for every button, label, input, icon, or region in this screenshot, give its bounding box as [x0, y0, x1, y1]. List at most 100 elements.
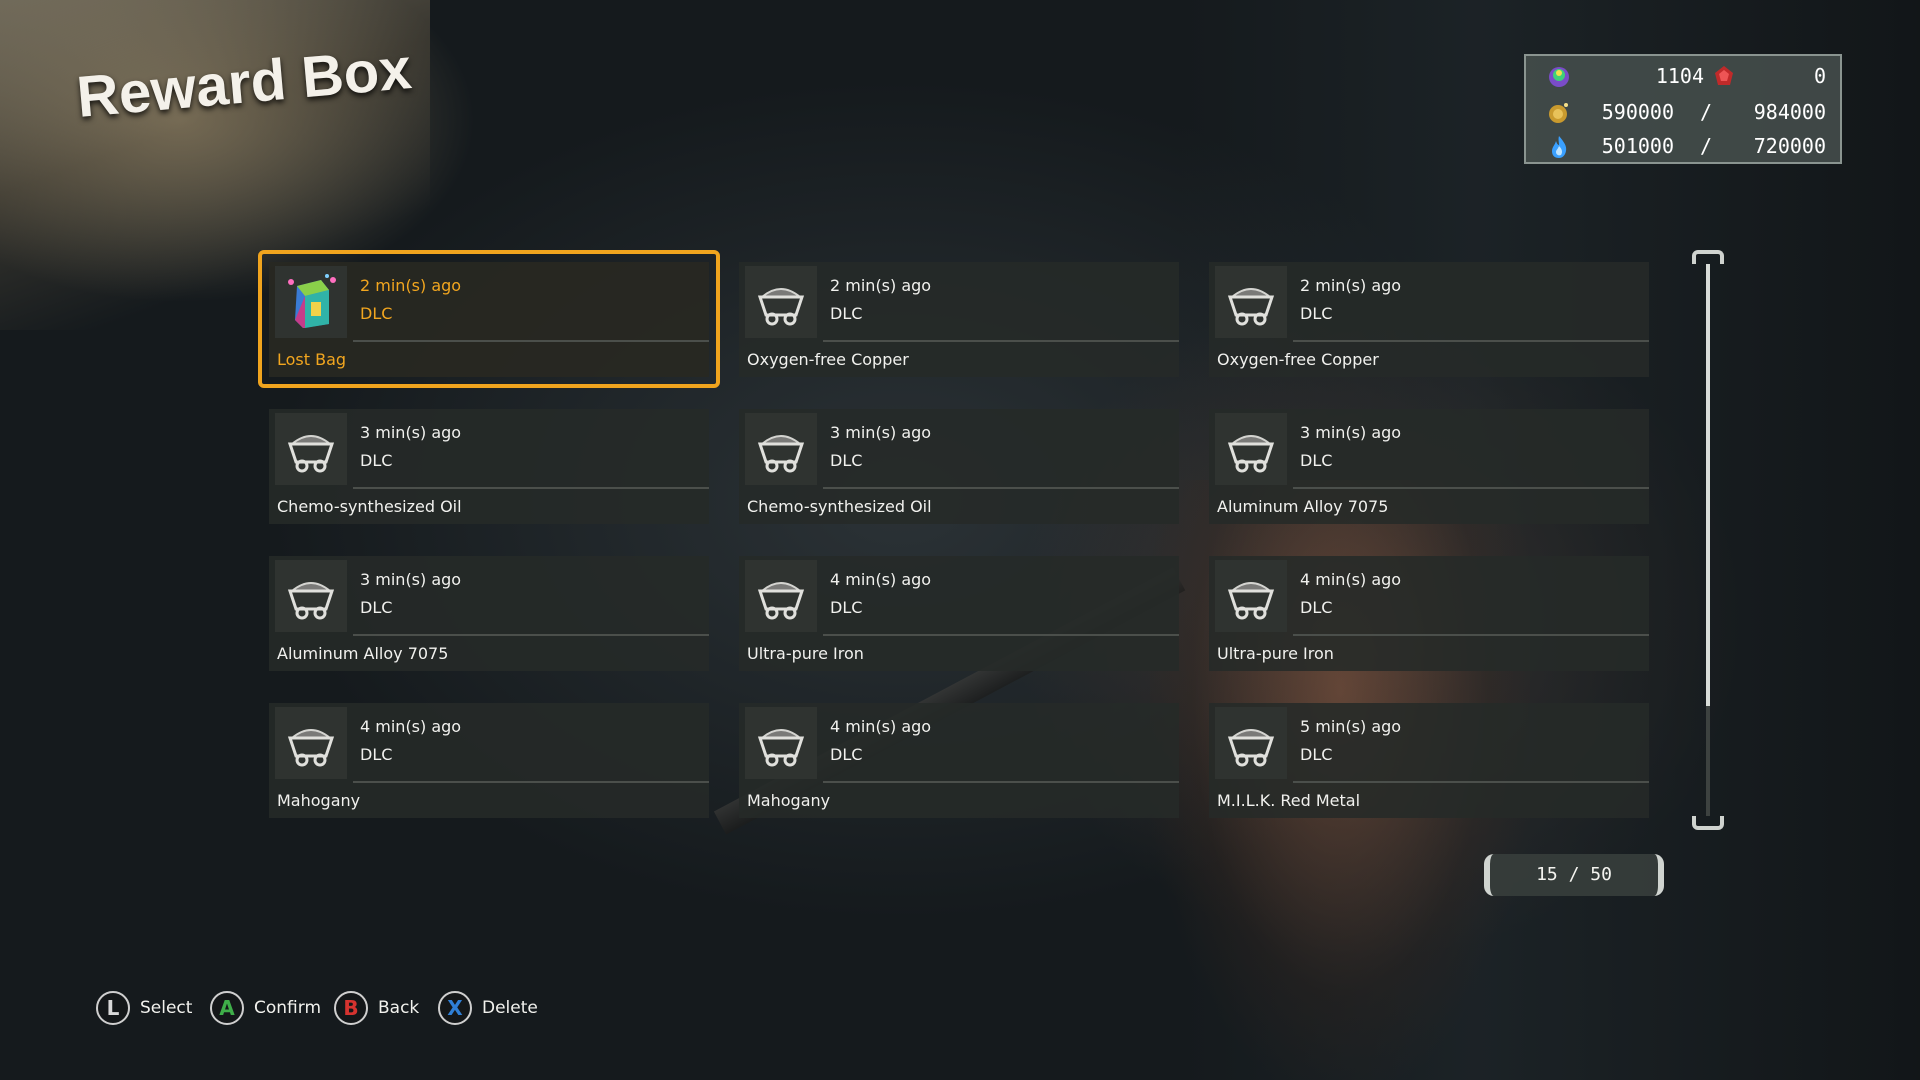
- reward-item[interactable]: 3 min(s) ago DLC Chemo-synthesized Oil: [739, 409, 1179, 524]
- a-button-icon: A: [210, 991, 244, 1025]
- currency-2-max: 984000: [1753, 100, 1826, 124]
- reward-name: Ultra-pure Iron: [1217, 644, 1334, 663]
- reward-name: Mahogany: [277, 791, 361, 810]
- divider: [823, 487, 1179, 489]
- scrollbar-top-bracket: [1692, 250, 1724, 264]
- back-prompt[interactable]: B Back: [334, 988, 419, 1028]
- currency-1-value: 1104: [1655, 64, 1704, 88]
- mine-cart-icon: [745, 707, 817, 779]
- reward-source: DLC: [1300, 304, 1333, 323]
- reward-name: Mahogany: [747, 791, 831, 810]
- reward-time: 3 min(s) ago: [360, 423, 462, 442]
- reward-item[interactable]: 4 min(s) ago DLC Ultra-pure Iron: [1209, 556, 1649, 671]
- select-label: Select: [140, 998, 193, 1018]
- reward-item[interactable]: 4 min(s) ago DLC Ultra-pure Iron: [739, 556, 1179, 671]
- select-prompt[interactable]: L Select: [96, 988, 192, 1028]
- reward-item[interactable]: 4 min(s) ago DLC Mahogany: [739, 703, 1179, 818]
- reward-time: 5 min(s) ago: [1300, 717, 1402, 736]
- reward-source: DLC: [360, 745, 393, 764]
- reward-item[interactable]: 2 min(s) ago DLC Oxygen-free Copper: [739, 262, 1179, 377]
- reward-source: DLC: [360, 598, 393, 617]
- reward-source: DLC: [830, 451, 863, 470]
- rainbow-orb-icon: [1546, 64, 1572, 90]
- b-button-icon: B: [334, 991, 368, 1025]
- reward-time: 4 min(s) ago: [360, 717, 462, 736]
- delete-label: Delete: [482, 998, 538, 1018]
- reward-item[interactable]: 3 min(s) ago DLC Aluminum Alloy 7075: [1209, 409, 1649, 524]
- mine-cart-icon: [745, 413, 817, 485]
- reward-time: 4 min(s) ago: [830, 717, 932, 736]
- reward-source: DLC: [830, 304, 863, 323]
- reward-source: DLC: [830, 598, 863, 617]
- delete-prompt[interactable]: X Delete: [438, 988, 538, 1028]
- mine-cart-icon: [1215, 560, 1287, 632]
- currency-panel: 1104 0 590000 / 984000 501000 / 720000: [1524, 54, 1842, 164]
- currency-row-3: 501000 / 720000: [1526, 130, 1840, 164]
- currency-3-current: 501000: [1601, 134, 1674, 158]
- reward-source: DLC: [360, 451, 393, 470]
- confirm-label: Confirm: [254, 998, 322, 1018]
- back-label: Back: [378, 998, 420, 1018]
- confirm-prompt[interactable]: A Confirm: [210, 988, 321, 1028]
- reward-item[interactable]: 2 min(s) ago DLC Oxygen-free Copper: [1209, 262, 1649, 377]
- mine-cart-icon: [745, 560, 817, 632]
- reward-source: DLC: [1300, 745, 1333, 764]
- red-gem-icon: [1712, 64, 1736, 88]
- currency-3-max: 720000: [1753, 134, 1826, 158]
- mine-cart-icon: [1215, 413, 1287, 485]
- currency-row-2: 590000 / 984000: [1526, 96, 1840, 130]
- mine-cart-icon: [275, 560, 347, 632]
- reward-name: Oxygen-free Copper: [747, 350, 909, 369]
- divider: [353, 781, 709, 783]
- blue-flame-icon: [1546, 134, 1572, 160]
- reward-time: 2 min(s) ago: [830, 276, 932, 295]
- divider: [1293, 634, 1649, 636]
- page-counter: 15 / 50: [1484, 854, 1664, 896]
- mine-cart-icon: [275, 413, 347, 485]
- reward-time: 4 min(s) ago: [830, 570, 932, 589]
- divider: [823, 634, 1179, 636]
- reward-time: 3 min(s) ago: [1300, 423, 1402, 442]
- reward-item[interactable]: 3 min(s) ago DLC Aluminum Alloy 7075: [269, 556, 709, 671]
- x-button-icon: X: [438, 991, 472, 1025]
- reward-item[interactable]: 4 min(s) ago DLC Mahogany: [269, 703, 709, 818]
- reward-time: 2 min(s) ago: [1300, 276, 1402, 295]
- divider: [1293, 487, 1649, 489]
- reward-name: Oxygen-free Copper: [1217, 350, 1379, 369]
- currency-2-separator: /: [1700, 100, 1713, 124]
- scrollbar-thumb[interactable]: [1706, 264, 1710, 706]
- gold-coin-icon: [1546, 100, 1572, 126]
- reward-name: M.I.L.K. Red Metal: [1217, 791, 1361, 810]
- selection-cursor: [258, 250, 720, 388]
- l-stick-icon: L: [96, 991, 130, 1025]
- currency-row-1: 1104 0: [1526, 60, 1840, 94]
- mine-cart-icon: [745, 266, 817, 338]
- reward-source: DLC: [830, 745, 863, 764]
- reward-name: Chemo-synthesized Oil: [747, 497, 932, 516]
- divider: [1293, 340, 1649, 342]
- currency-2-current: 590000: [1601, 100, 1674, 124]
- reward-name: Aluminum Alloy 7075: [1217, 497, 1389, 516]
- divider: [823, 340, 1179, 342]
- currency-3-separator: /: [1700, 134, 1713, 158]
- reward-name: Aluminum Alloy 7075: [277, 644, 449, 663]
- divider: [353, 487, 709, 489]
- mine-cart-icon: [1215, 707, 1287, 779]
- reward-name: Ultra-pure Iron: [747, 644, 864, 663]
- reward-time: 3 min(s) ago: [360, 570, 462, 589]
- reward-time: 4 min(s) ago: [1300, 570, 1402, 589]
- scrollbar[interactable]: [1692, 250, 1724, 830]
- divider: [823, 781, 1179, 783]
- reward-source: DLC: [1300, 451, 1333, 470]
- divider: [1293, 781, 1649, 783]
- currency-1-value-2: 0: [1813, 64, 1826, 88]
- reward-name: Chemo-synthesized Oil: [277, 497, 462, 516]
- scrollbar-bottom-bracket: [1692, 816, 1724, 830]
- mine-cart-icon: [1215, 266, 1287, 338]
- reward-source: DLC: [1300, 598, 1333, 617]
- reward-item[interactable]: 3 min(s) ago DLC Chemo-synthesized Oil: [269, 409, 709, 524]
- mine-cart-icon: [275, 707, 347, 779]
- reward-time: 3 min(s) ago: [830, 423, 932, 442]
- reward-item[interactable]: 5 min(s) ago DLC M.I.L.K. Red Metal: [1209, 703, 1649, 818]
- divider: [353, 634, 709, 636]
